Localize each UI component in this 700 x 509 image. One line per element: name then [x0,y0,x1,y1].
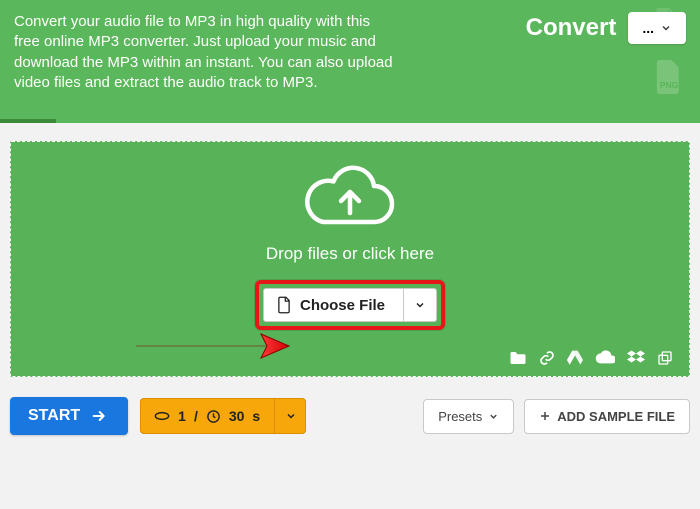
add-sample-label: ADD SAMPLE FILE [557,409,675,424]
header-description: Convert your audio file to MP3 in high q… [14,12,394,93]
header: Convert your audio file to MP3 in high q… [0,0,700,123]
convert-heading: Convert [526,14,617,42]
arrow-right-icon [90,408,108,424]
annotation-arrow-icon [131,326,291,366]
source-icons-bar [509,350,673,366]
start-button[interactable]: START [10,397,128,435]
trim-button[interactable]: 1 / 30 s [140,398,274,434]
annotation-highlight: Choose File [255,280,445,330]
presets-button[interactable]: Presets [423,399,514,434]
svg-text:PNG: PNG [660,80,679,90]
trim-time-value: 30 [229,408,245,424]
folder-icon[interactable] [509,350,527,366]
cloud-upload-icon [302,162,398,234]
add-sample-file-button[interactable]: ADD SAMPLE FILE [524,399,690,434]
bottom-bar: START 1 / 30 s Presets ADD SAMPLE FILE [0,387,700,445]
file-icon [654,8,680,38]
choose-file-dropdown[interactable] [403,288,437,322]
main-content: Drop files or click here Choose File [0,123,700,387]
start-label: START [28,407,80,425]
loop-icon [154,411,170,421]
google-drive-icon[interactable] [567,350,583,366]
link-icon[interactable] [539,350,555,366]
choose-file-button[interactable]: Choose File [263,288,403,322]
plus-icon [539,410,551,422]
onedrive-icon[interactable] [595,350,615,366]
png-badge-icon: PNG [652,60,686,94]
trim-sep: / [194,408,198,424]
chevron-down-icon [285,410,297,422]
presets-label: Presets [438,409,482,424]
trim-dropdown[interactable] [274,398,306,434]
trim-button-group: 1 / 30 s [140,398,306,434]
clipboard-icon[interactable] [657,350,673,366]
choose-file-label: Choose File [300,297,385,314]
dropzone[interactable]: Drop files or click here Choose File [10,141,690,377]
clock-icon [206,409,221,424]
target-format-value: ... [642,20,654,36]
file-add-icon [276,296,292,314]
dropbox-icon[interactable] [627,350,645,366]
trim-count: 1 [178,408,186,424]
trim-time-unit: s [252,408,260,424]
dropzone-hint: Drop files or click here [11,244,689,264]
chevron-down-icon [414,299,426,311]
chevron-down-icon [488,411,499,422]
